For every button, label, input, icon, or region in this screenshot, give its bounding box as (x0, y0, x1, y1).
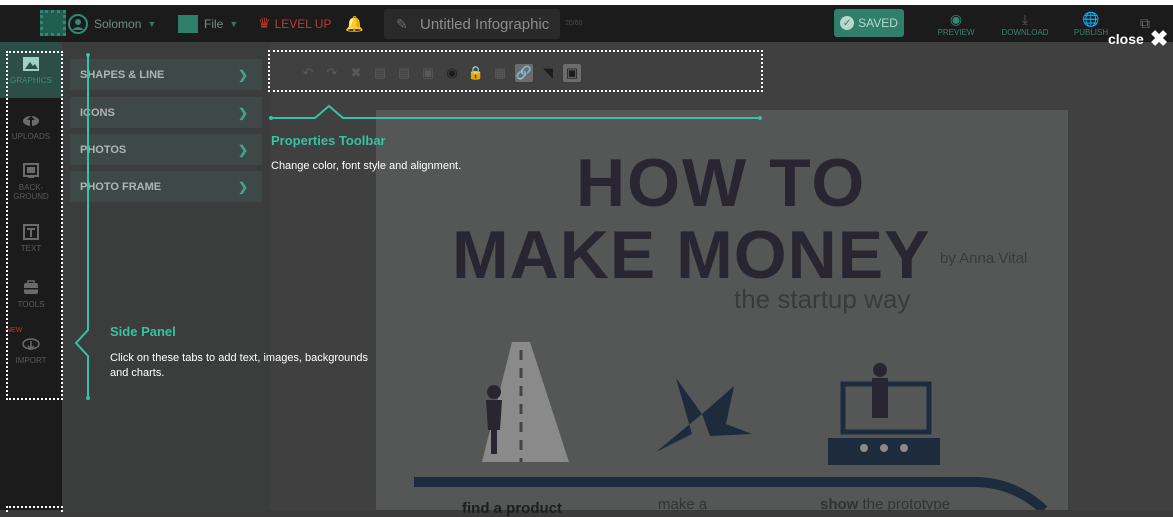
tour-connector-lines (74, 53, 762, 400)
side-panel-tip-text-line1: Click on these tabs to add text, images,… (110, 352, 369, 364)
toolbar-tip-text: Change color, font style and alignment. (271, 160, 462, 172)
close-label: close (1108, 31, 1144, 47)
side-panel-tip-text-line2: and charts. (110, 367, 165, 379)
toolbar-tip-title: Properties Toolbar (271, 133, 386, 148)
close-tour-button[interactable]: close ✖ (1108, 26, 1169, 51)
close-icon: ✖ (1149, 26, 1169, 51)
side-panel-tip-title: Side Panel (110, 324, 176, 339)
